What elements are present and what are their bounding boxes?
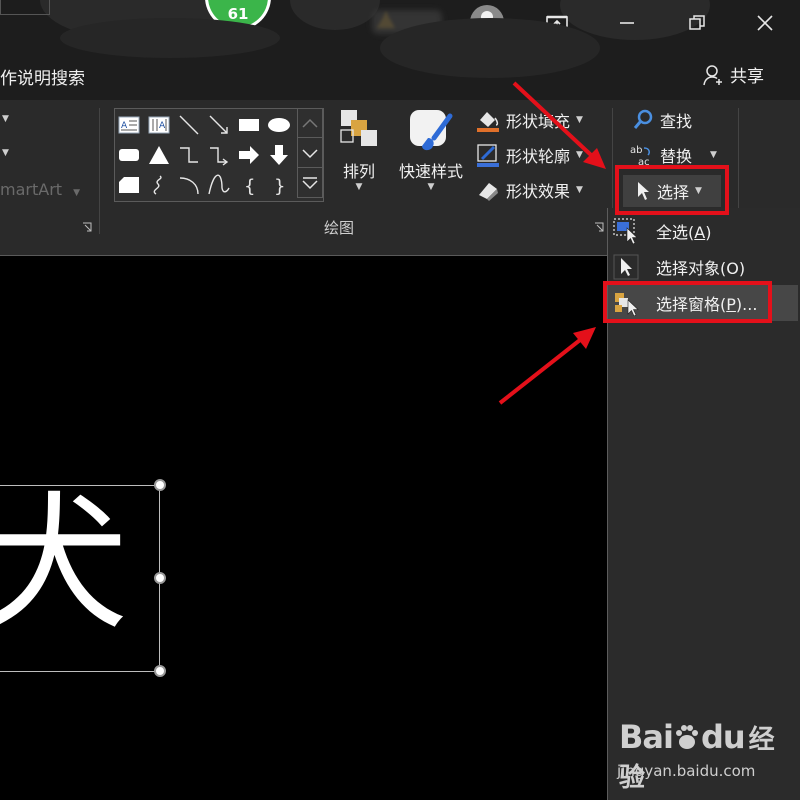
tell-me-bar: 作说明搜索 共享 xyxy=(0,18,800,100)
dropdown-caret-icon: ▼ xyxy=(427,182,435,192)
menu-item-select-objects[interactable]: 选择对象(O) xyxy=(608,249,800,285)
restore-icon[interactable] xyxy=(682,8,712,38)
background-decoration xyxy=(290,0,380,30)
shape-fill-label: 形状填充 xyxy=(506,112,571,131)
tell-me-search[interactable]: 作说明搜索 xyxy=(0,64,85,89)
level-badge-number: 61 xyxy=(227,5,249,23)
elbow-connector-icon[interactable] xyxy=(177,143,201,167)
dropdown-caret-icon: ▼ xyxy=(710,150,717,160)
down-arrow-shape-icon[interactable] xyxy=(267,143,291,167)
arc-shape-icon[interactable] xyxy=(177,173,201,197)
freeform-scribble-icon[interactable] xyxy=(147,173,171,197)
resize-handle[interactable] xyxy=(154,479,166,491)
shape-fill-icon xyxy=(477,112,499,132)
background-decoration xyxy=(380,18,600,78)
drawing-dialog-launcher-icon[interactable] xyxy=(594,222,604,232)
minimize-icon[interactable] xyxy=(612,8,642,38)
menu-item-select-all[interactable]: 全选(A) xyxy=(608,213,800,249)
replace-icon: ab ac xyxy=(630,145,650,167)
shape-effects-label: 形状效果 xyxy=(506,182,571,201)
elbow-arrow-connector-icon[interactable] xyxy=(207,143,231,167)
dropdown-caret-icon[interactable]: ▼ xyxy=(2,114,9,124)
quick-styles-button[interactable]: 快速样式 ▼ xyxy=(392,108,470,192)
shape-outline-icon xyxy=(477,144,499,167)
dropdown-caret-icon: ▼ xyxy=(576,150,583,160)
replace-label: 替换 xyxy=(660,147,693,166)
select-all-icon xyxy=(612,217,640,245)
watermark-brand: Bai du 经验 xyxy=(619,718,775,793)
right-brace-icon[interactable]: } xyxy=(267,173,291,197)
svg-text:{: { xyxy=(244,176,255,196)
right-arrow-shape-icon[interactable] xyxy=(237,143,261,167)
arrange-button[interactable]: 排列 ▼ xyxy=(334,108,384,192)
resize-handle[interactable] xyxy=(154,665,166,677)
triangle-shape-icon[interactable] xyxy=(147,143,171,167)
cursor-arrow-icon xyxy=(612,253,640,281)
svg-text:A: A xyxy=(159,121,166,131)
shape-fill-button[interactable]: 形状填充 ▼ xyxy=(476,108,583,132)
smartart-button[interactable]: martArt ▼ xyxy=(0,180,80,199)
arrow-line-shape-icon[interactable] xyxy=(207,113,231,137)
annotation-highlight-selection-pane xyxy=(603,281,772,323)
shape-effects-button[interactable]: 形状效果 ▼ xyxy=(476,178,583,202)
shape-effects-icon xyxy=(479,183,498,201)
find-label: 查找 xyxy=(660,112,693,131)
quick-styles-icon xyxy=(410,110,453,151)
arrange-label: 排列 xyxy=(342,162,375,181)
dropdown-caret-icon[interactable]: ▼ xyxy=(2,148,9,158)
drawing-group-label: 绘图 xyxy=(324,219,355,237)
background-decoration xyxy=(60,18,280,58)
shape-outline-label: 形状轮廓 xyxy=(506,147,571,166)
dropdown-caret-icon: ▼ xyxy=(355,182,363,192)
close-icon[interactable] xyxy=(750,8,780,38)
annotation-arrow xyxy=(498,327,596,405)
share-button[interactable]: 共享 xyxy=(702,62,764,87)
curve-shape-icon[interactable] xyxy=(207,173,231,197)
arrange-icon xyxy=(340,110,377,146)
quick-styles-label: 快速样式 xyxy=(398,162,463,181)
oval-shape-icon[interactable] xyxy=(267,113,291,137)
menu-item-label: 全选(A) xyxy=(656,223,712,242)
baidu-jingyan-watermark: Bai du 经验 jingyan.baidu.com xyxy=(613,712,793,793)
shapes-gallery: A A {} xyxy=(114,108,324,202)
replace-button[interactable]: ab ac 替换 ▼ xyxy=(630,143,717,167)
title-decoration xyxy=(0,0,50,15)
dialog-launcher-icon[interactable] xyxy=(82,222,92,232)
smartart-label: martArt xyxy=(0,180,63,199)
rectangle-shape-icon[interactable] xyxy=(237,113,261,137)
svg-text:ab: ab xyxy=(630,145,642,156)
gallery-scroll-up-icon[interactable] xyxy=(297,108,323,138)
gallery-more-icon[interactable] xyxy=(297,168,323,198)
watermark-url: jingyan.baidu.com xyxy=(617,762,756,780)
dropdown-caret-icon: ▼ xyxy=(576,115,583,125)
dropdown-caret-icon: ▼ xyxy=(576,185,583,195)
gallery-scroll xyxy=(297,108,323,200)
search-icon xyxy=(633,109,653,129)
resize-handle[interactable] xyxy=(154,572,166,584)
line-shape-icon[interactable] xyxy=(177,113,201,137)
find-button[interactable]: 查找 xyxy=(632,108,692,132)
gallery-scroll-down-icon[interactable] xyxy=(297,138,323,168)
text-box-icon[interactable]: A xyxy=(117,113,141,137)
svg-text:}: } xyxy=(274,176,285,196)
left-brace-icon[interactable]: { xyxy=(237,173,261,197)
rounded-rectangle-shape-icon[interactable] xyxy=(117,143,141,167)
share-label: 共享 xyxy=(730,67,764,87)
flowchart-shape-icon[interactable] xyxy=(117,173,141,197)
menu-item-label: 选择对象(O) xyxy=(656,259,746,278)
annotation-highlight-select xyxy=(615,165,729,215)
shape-outline-button[interactable]: 形状轮廓 ▼ xyxy=(476,143,583,167)
vertical-text-box-icon[interactable]: A xyxy=(147,113,171,137)
group-separator xyxy=(99,108,100,234)
slide-text[interactable]: 犬 xyxy=(0,490,128,638)
paw-icon xyxy=(675,725,698,749)
share-person-icon xyxy=(703,64,722,85)
